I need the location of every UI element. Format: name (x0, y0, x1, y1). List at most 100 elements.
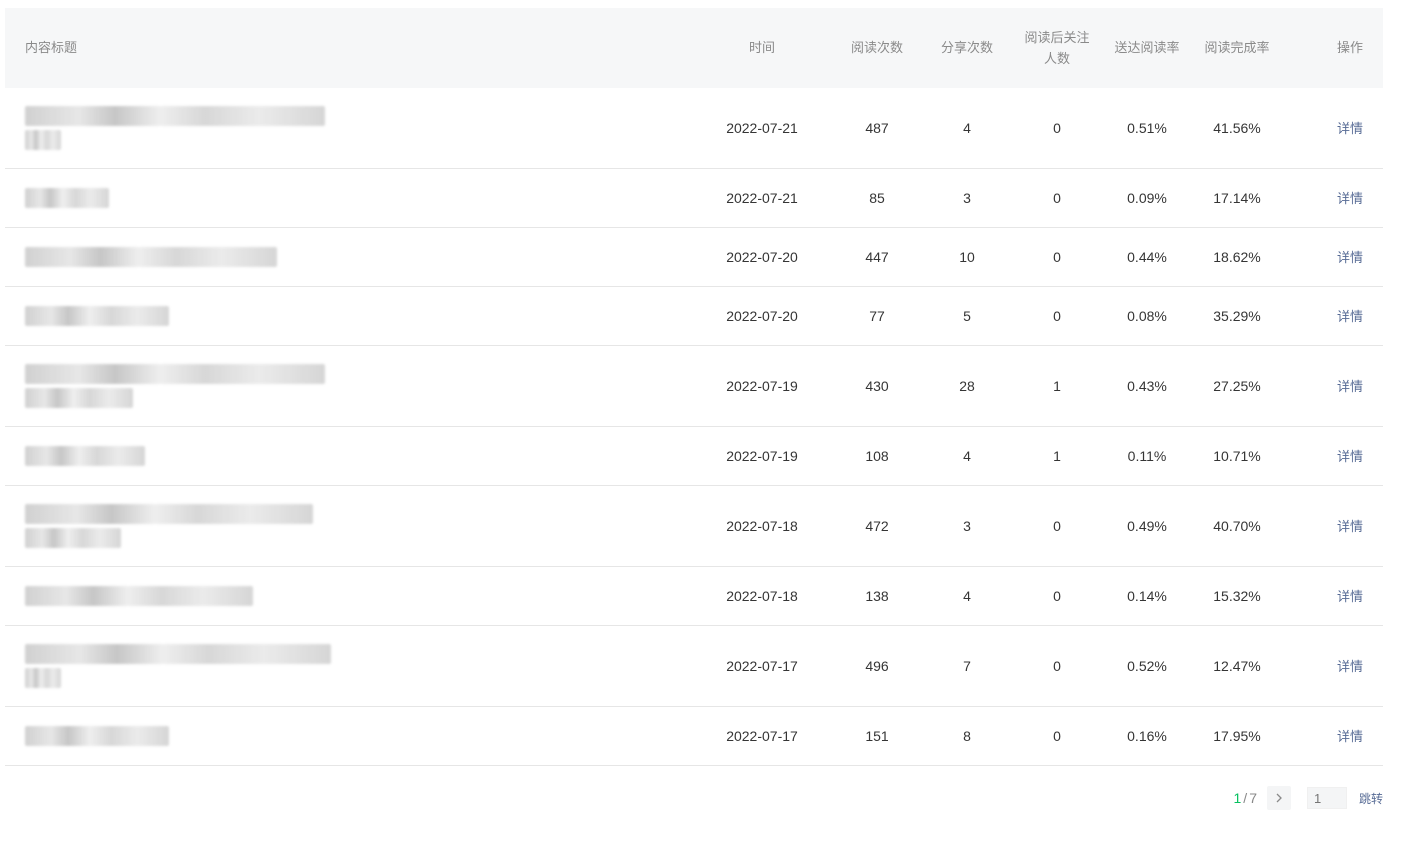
date-cell: 2022-07-18 (726, 518, 798, 534)
date-cell: 2022-07-17 (726, 658, 798, 674)
action-cell: 详情 (1288, 656, 1383, 677)
header-completion-rate: 阅读完成率 (1204, 40, 1270, 55)
blurred-title (25, 306, 698, 326)
delivery-rate-cell: 0.14% (1127, 588, 1167, 604)
reads-cell: 138 (865, 588, 889, 604)
table-row: 2022-07-17 151 8 0 0.16% 17.95% 详情 (5, 707, 1383, 766)
date-cell: 2022-07-17 (726, 728, 798, 744)
details-link[interactable]: 详情 (1337, 191, 1363, 206)
reads-cell: 77 (869, 308, 885, 324)
table-row: 2022-07-20 447 10 0 0.44% 18.62% 详情 (5, 228, 1383, 287)
action-cell: 详情 (1288, 446, 1383, 467)
delivery-rate-cell: 0.11% (1127, 448, 1167, 464)
header-follows-line2: 人数 (1043, 51, 1070, 66)
table-header: 内容标题 时间 阅读次数 分享次数 阅读后关注 人数 送达阅读率 阅读完成率 操… (5, 8, 1383, 88)
action-cell: 详情 (1288, 247, 1383, 268)
current-page: 1 (1233, 790, 1242, 806)
follows-cell: 0 (1053, 249, 1061, 265)
details-link[interactable]: 详情 (1337, 121, 1363, 136)
completion-rate-cell: 27.25% (1213, 378, 1261, 394)
shares-cell: 4 (963, 120, 971, 136)
reads-cell: 472 (865, 518, 889, 534)
delivery-rate-cell: 0.51% (1127, 120, 1167, 136)
jump-button[interactable]: 跳转 (1359, 790, 1383, 807)
date-cell: 2022-07-21 (726, 120, 798, 136)
details-link[interactable]: 详情 (1337, 659, 1363, 674)
blurred-title (25, 247, 698, 267)
details-link[interactable]: 详情 (1337, 729, 1363, 744)
title-cell (5, 726, 698, 746)
shares-cell: 7 (963, 658, 971, 674)
header-reads: 阅读次数 (850, 40, 903, 55)
action-cell: 详情 (1288, 726, 1383, 747)
completion-rate-cell: 10.71% (1213, 448, 1261, 464)
details-link[interactable]: 详情 (1337, 379, 1363, 394)
reads-cell: 447 (865, 249, 889, 265)
follows-cell: 0 (1053, 728, 1061, 744)
total-pages: 7 (1249, 790, 1257, 806)
title-cell (5, 188, 698, 208)
next-page-button[interactable] (1266, 786, 1291, 810)
shares-cell: 3 (963, 518, 971, 534)
title-cell (5, 306, 698, 326)
title-cell (5, 644, 698, 688)
shares-cell: 10 (959, 249, 975, 265)
shares-cell: 28 (959, 378, 975, 394)
follows-cell: 0 (1053, 190, 1061, 206)
details-link[interactable]: 详情 (1337, 309, 1363, 324)
delivery-rate-cell: 0.49% (1127, 518, 1167, 534)
reads-cell: 430 (865, 378, 889, 394)
follows-cell: 0 (1053, 658, 1061, 674)
title-cell (5, 247, 698, 267)
delivery-rate-cell: 0.09% (1127, 190, 1167, 206)
shares-cell: 5 (963, 308, 971, 324)
header-follows-line1: 阅读后关注 (1024, 30, 1090, 45)
completion-rate-cell: 17.95% (1213, 728, 1261, 744)
table-row: 2022-07-18 472 3 0 0.49% 40.70% 详情 (5, 486, 1383, 567)
follows-cell: 0 (1053, 518, 1061, 534)
header-delivery-rate: 送达阅读率 (1114, 40, 1180, 55)
page-separator: / (1243, 790, 1248, 806)
completion-rate-cell: 41.56% (1213, 120, 1261, 136)
details-link[interactable]: 详情 (1337, 589, 1363, 604)
table-row: 2022-07-19 108 4 1 0.11% 10.71% 详情 (5, 427, 1383, 486)
action-cell: 详情 (1288, 306, 1383, 327)
reads-cell: 151 (865, 728, 889, 744)
details-link[interactable]: 详情 (1337, 250, 1363, 265)
follows-cell: 0 (1053, 588, 1061, 604)
delivery-rate-cell: 0.43% (1127, 378, 1167, 394)
action-cell: 详情 (1288, 376, 1383, 397)
date-cell: 2022-07-18 (726, 588, 798, 604)
page-number-input[interactable] (1306, 787, 1347, 809)
table-row: 2022-07-17 496 7 0 0.52% 12.47% 详情 (5, 626, 1383, 707)
title-cell (5, 504, 698, 548)
table-row: 2022-07-19 430 28 1 0.43% 27.25% 详情 (5, 346, 1383, 427)
completion-rate-cell: 40.70% (1213, 518, 1261, 534)
table-row: 2022-07-21 487 4 0 0.51% 41.56% 详情 (5, 88, 1383, 169)
header-time: 时间 (748, 40, 775, 55)
completion-rate-cell: 18.62% (1213, 249, 1261, 265)
blurred-title (25, 364, 698, 408)
date-cell: 2022-07-19 (726, 378, 798, 394)
follows-cell: 1 (1053, 448, 1061, 464)
details-link[interactable]: 详情 (1337, 449, 1363, 464)
table-row: 2022-07-21 85 3 0 0.09% 17.14% 详情 (5, 169, 1383, 228)
action-cell: 详情 (1288, 118, 1383, 139)
follows-cell: 0 (1053, 120, 1061, 136)
blurred-title (25, 726, 698, 746)
details-link[interactable]: 详情 (1337, 519, 1363, 534)
delivery-rate-cell: 0.16% (1127, 728, 1167, 744)
completion-rate-cell: 35.29% (1213, 308, 1261, 324)
delivery-rate-cell: 0.08% (1127, 308, 1167, 324)
title-cell (5, 106, 698, 150)
reads-cell: 496 (865, 658, 889, 674)
header-title: 内容标题 (25, 40, 78, 55)
delivery-rate-cell: 0.44% (1127, 249, 1167, 265)
shares-cell: 8 (963, 728, 971, 744)
blurred-title (25, 446, 698, 466)
header-shares: 分享次数 (940, 40, 993, 55)
completion-rate-cell: 15.32% (1213, 588, 1261, 604)
action-cell: 详情 (1288, 516, 1383, 537)
reads-cell: 108 (865, 448, 889, 464)
shares-cell: 3 (963, 190, 971, 206)
